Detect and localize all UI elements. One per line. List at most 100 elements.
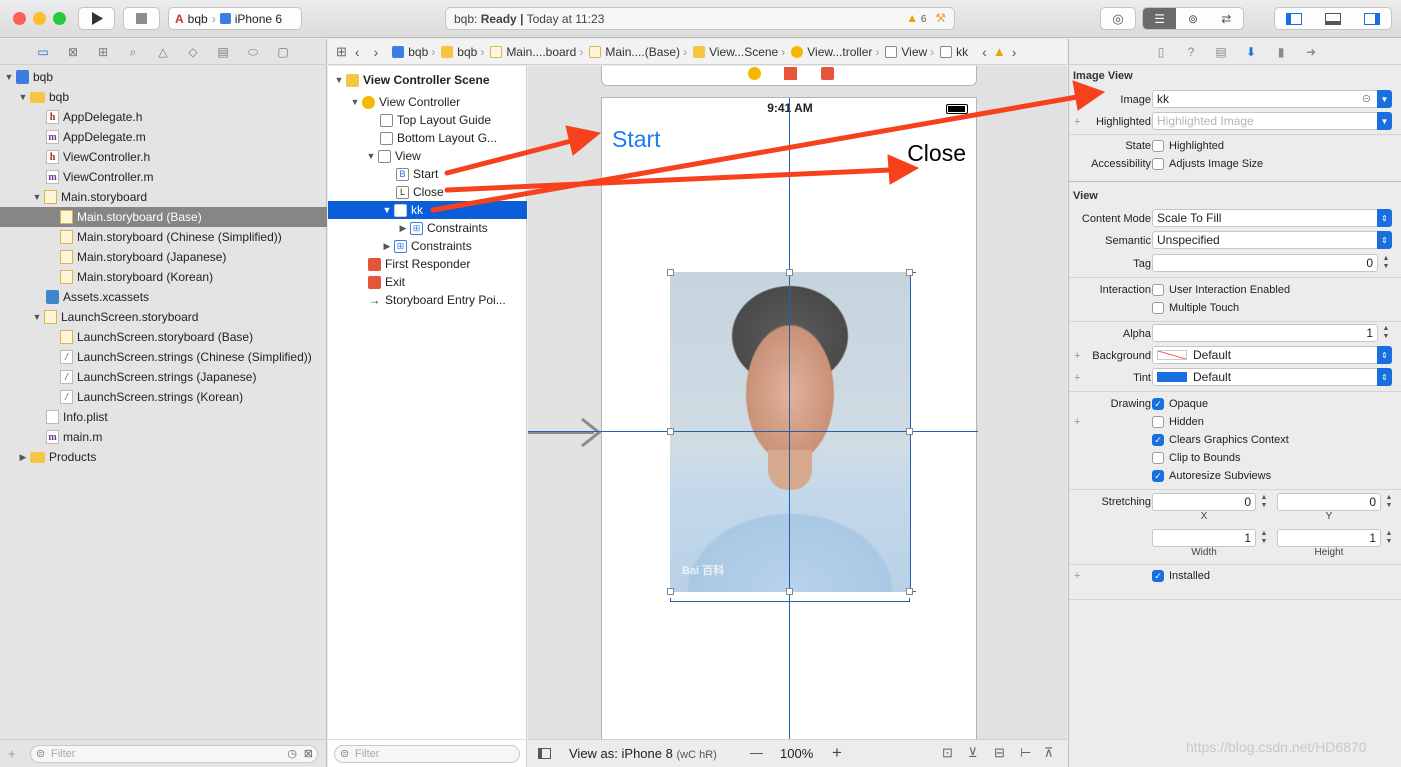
outline-item[interactable]: Top Layout Guide — [328, 111, 527, 129]
resize-handle[interactable] — [906, 428, 913, 435]
alpha-field[interactable]: 1 ▲ ▼ — [1152, 324, 1389, 342]
chevron-down-icon[interactable]: ▼ — [1377, 90, 1392, 108]
version-editor-button[interactable]: ⇄ — [1210, 8, 1243, 29]
align-icon[interactable]: ⊟ — [994, 745, 1005, 761]
update-frames-icon[interactable]: ⊡ — [942, 745, 953, 761]
hidden-checkbox[interactable] — [1152, 416, 1164, 428]
tree-item-file[interactable]: m ViewController.m — [0, 167, 327, 187]
autoresize-subviews-checkbox[interactable]: ✓ — [1152, 470, 1164, 482]
symbol-navigator-tab[interactable]: ⊞ — [94, 43, 112, 61]
tree-item-file[interactable]: Assets.xcassets — [0, 287, 327, 307]
find-navigator-tab[interactable]: ⌕ — [124, 43, 142, 61]
zoom-out-button[interactable]: — — [750, 745, 763, 760]
tree-item-file[interactable]: Main.storyboard (Korean) — [0, 267, 327, 287]
jumpbar-item[interactable]: View › — [885, 45, 938, 59]
background-color-select[interactable]: Default ⇕ — [1152, 346, 1392, 364]
resize-handle[interactable] — [667, 588, 674, 595]
tree-item-file[interactable]: / LaunchScreen.strings (Korean) — [0, 387, 327, 407]
tree-item-selected[interactable]: Main.storyboard (Base) — [0, 207, 327, 227]
outline-scene[interactable]: ▼ View Controller Scene — [328, 71, 527, 89]
outline-item[interactable]: ▼ View Controller — [328, 93, 527, 111]
image-name-field[interactable]: kk ⊝ ▼ — [1152, 90, 1392, 108]
size-inspector-tab[interactable]: ▮ — [1273, 44, 1289, 60]
tree-item-file[interactable]: m AppDelegate.m — [0, 127, 327, 147]
start-button[interactable]: Start — [612, 126, 661, 153]
clear-field-icon[interactable]: ⊝ — [1362, 92, 1371, 105]
tree-item-storyboard-group[interactable]: ▼ LaunchScreen.storyboard — [0, 307, 327, 327]
file-inspector-tab[interactable]: ▯ — [1153, 44, 1169, 60]
outline-filter-field[interactable]: ⊜ Filter — [334, 745, 520, 763]
navigator-toggle-button[interactable] — [1275, 12, 1314, 25]
jumpbar-item[interactable]: kk — [940, 45, 968, 59]
debug-toggle-button[interactable] — [1314, 12, 1353, 25]
inspector-toggle-button[interactable] — [1352, 12, 1391, 25]
jumpbar-item[interactable]: Main....(Base) › — [589, 45, 691, 59]
resolve-issues-icon[interactable]: ⊼ — [1044, 745, 1054, 761]
stretch-height-field[interactable]: 1 ▲ ▼ — [1277, 529, 1392, 547]
outline-item-selected[interactable]: ▼ kk — [328, 201, 527, 219]
outline-item[interactable]: L Close — [328, 183, 527, 201]
user-interaction-checkbox[interactable] — [1152, 284, 1164, 296]
outline-toggle-icon[interactable] — [538, 748, 551, 759]
forward-arrow-icon[interactable]: › — [374, 44, 379, 60]
resize-handle[interactable] — [906, 588, 913, 595]
tree-item-project[interactable]: ▼ bqb — [0, 67, 327, 87]
highlighted-image-field[interactable]: Highlighted Image ▼ — [1152, 112, 1392, 130]
tree-item-file[interactable]: Info.plist — [0, 407, 327, 427]
stretch-x-field[interactable]: 0 ▲ ▼ — [1152, 493, 1267, 511]
multiple-touch-checkbox[interactable] — [1152, 302, 1164, 314]
tree-item-file[interactable]: m main.m — [0, 427, 327, 447]
attributes-inspector-tab[interactable]: ⬇ — [1243, 44, 1259, 60]
outline-item[interactable]: ▶ ⊞ Constraints — [328, 237, 527, 255]
tree-item-group-bqb[interactable]: ▼ bqb — [0, 87, 327, 107]
view-controller-icon[interactable] — [748, 67, 761, 80]
add-variation-icon[interactable]: + — [1074, 372, 1080, 384]
add-variation-icon[interactable]: + — [1074, 350, 1080, 362]
tree-item-file[interactable]: / LaunchScreen.strings (Chinese (Simplif… — [0, 347, 327, 367]
jumpbar-item[interactable]: View...Scene › — [693, 45, 789, 59]
minimize-window-button[interactable] — [33, 12, 46, 25]
recent-files-icon[interactable]: ◷ — [287, 747, 297, 760]
next-issue-icon[interactable]: › — [1012, 44, 1017, 60]
stepper-icon[interactable]: ▲ ▼ — [1384, 494, 1394, 512]
image-view-kk[interactable]: Bai 百科 — [670, 272, 910, 592]
previous-issue-icon[interactable]: ‹ — [982, 44, 987, 60]
jumpbar-item[interactable]: bqb › — [392, 45, 439, 59]
tree-item-file[interactable]: h AppDelegate.h — [0, 107, 327, 127]
jumpbar-item[interactable]: Main....board › — [490, 45, 587, 59]
resize-handle[interactable] — [667, 428, 674, 435]
resize-handle[interactable] — [667, 269, 674, 276]
library-button[interactable]: ◎ — [1100, 7, 1136, 30]
embed-in-icon[interactable]: ⊻ — [968, 745, 978, 761]
storyboard-canvas[interactable]: 9:41 AM Start Close Bai 百科 — [528, 66, 1067, 739]
clears-graphics-context-checkbox[interactable]: ✓ — [1152, 434, 1164, 446]
tree-item-file[interactable]: h ViewController.h — [0, 147, 327, 167]
jumpbar-item[interactable]: View...troller › — [791, 45, 883, 59]
stepper-icon[interactable]: ▲ ▼ — [1384, 530, 1394, 548]
outline-item[interactable]: Bottom Layout G... — [328, 129, 527, 147]
scm-filter-icon[interactable]: ⊠ — [304, 747, 313, 760]
project-navigator-tab[interactable]: ▭ — [34, 43, 52, 61]
opaque-checkbox[interactable]: ✓ — [1152, 398, 1164, 410]
test-navigator-tab[interactable]: ◇ — [184, 43, 202, 61]
add-variation-icon[interactable]: + — [1074, 570, 1080, 582]
tree-item-file[interactable]: / LaunchScreen.strings (Japanese) — [0, 367, 327, 387]
add-variation-icon[interactable]: + — [1074, 116, 1080, 128]
view-as-button[interactable]: View as: iPhone 8 (wC hR) — [569, 746, 717, 761]
back-arrow-icon[interactable]: ‹ — [355, 44, 360, 60]
issue-navigator-tab[interactable]: △ — [154, 43, 172, 61]
first-responder-icon[interactable] — [784, 67, 797, 80]
report-navigator-tab[interactable]: ▢ — [274, 43, 292, 61]
add-constraints-icon[interactable]: ⊢ — [1020, 745, 1031, 761]
close-window-button[interactable] — [13, 12, 26, 25]
outline-item[interactable]: ▼ View — [328, 147, 527, 165]
run-button[interactable] — [78, 7, 115, 30]
outline-item[interactable]: Exit — [328, 273, 527, 291]
tree-item-file[interactable]: Main.storyboard (Chinese (Simplified)) — [0, 227, 327, 247]
zoom-window-button[interactable] — [53, 12, 66, 25]
add-icon[interactable]: + — [8, 746, 16, 761]
clip-to-bounds-checkbox[interactable] — [1152, 452, 1164, 464]
add-variation-icon[interactable]: + — [1074, 416, 1080, 428]
outline-item[interactable]: → Storyboard Entry Poi... — [328, 291, 527, 309]
tree-item-file[interactable]: LaunchScreen.storyboard (Base) — [0, 327, 327, 347]
